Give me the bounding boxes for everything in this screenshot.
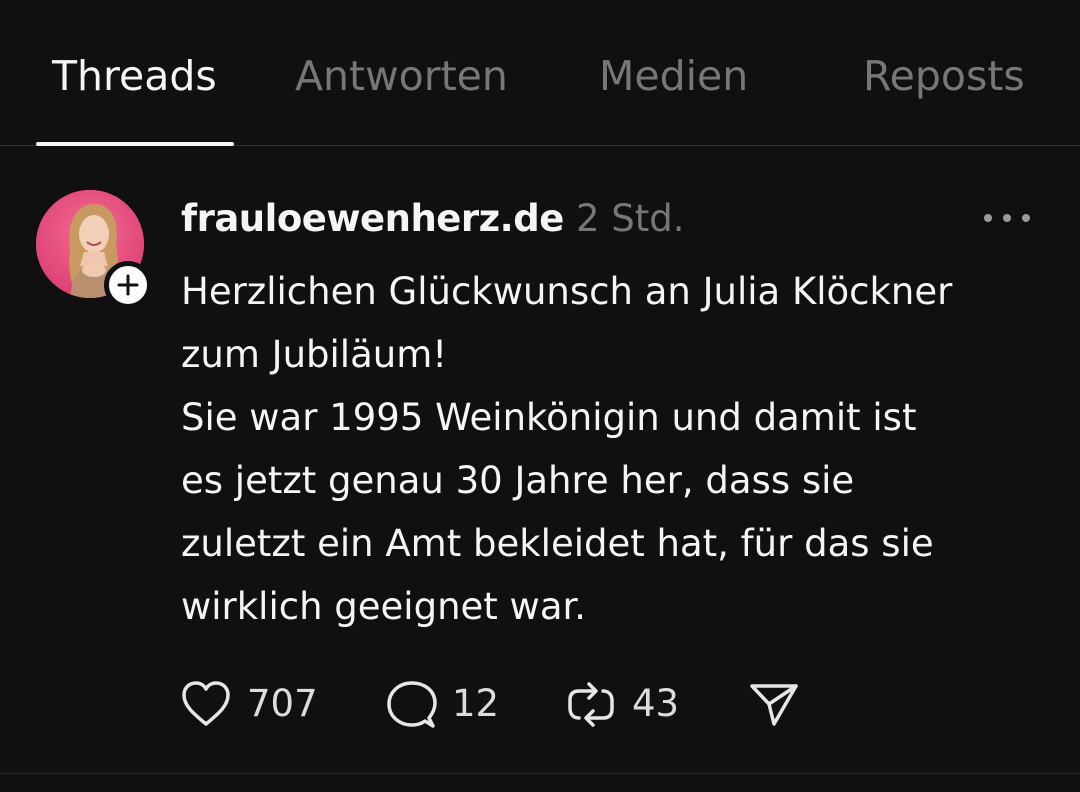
repost-arrows-icon: [568, 682, 614, 727]
speech-bubble-icon: [387, 681, 437, 728]
follow-button[interactable]: [104, 261, 152, 309]
like-count: 707: [247, 682, 318, 725]
share-button[interactable]: [748, 676, 804, 732]
reply-button[interactable]: 12: [385, 676, 505, 732]
plus-icon: [117, 274, 139, 296]
post-options-button[interactable]: [976, 200, 1046, 236]
heart-icon: [182, 681, 230, 726]
profile-tab-bar: Threads Antworten Medien Reposts: [0, 0, 1080, 146]
like-button[interactable]: 707: [180, 676, 320, 732]
post-text: Herzlichen Glückwunsch an Julia Klöckner…: [181, 270, 953, 628]
ellipsis-icon: [984, 214, 1030, 222]
post-timestamp: 2 Std.: [576, 197, 685, 240]
repost-count: 43: [632, 682, 680, 725]
reply-count: 12: [452, 682, 500, 725]
repost-button[interactable]: 43: [565, 676, 685, 732]
post-divider: [0, 773, 1080, 774]
tab-medien[interactable]: Medien: [599, 48, 748, 104]
active-tab-indicator: [36, 142, 234, 146]
post-username[interactable]: frauloewenherz.de: [181, 194, 564, 244]
tab-antworten[interactable]: Antworten: [295, 48, 508, 104]
tab-reposts[interactable]: Reposts: [863, 48, 1025, 104]
tab-threads[interactable]: Threads: [52, 48, 217, 104]
paper-plane-icon: [750, 684, 798, 726]
